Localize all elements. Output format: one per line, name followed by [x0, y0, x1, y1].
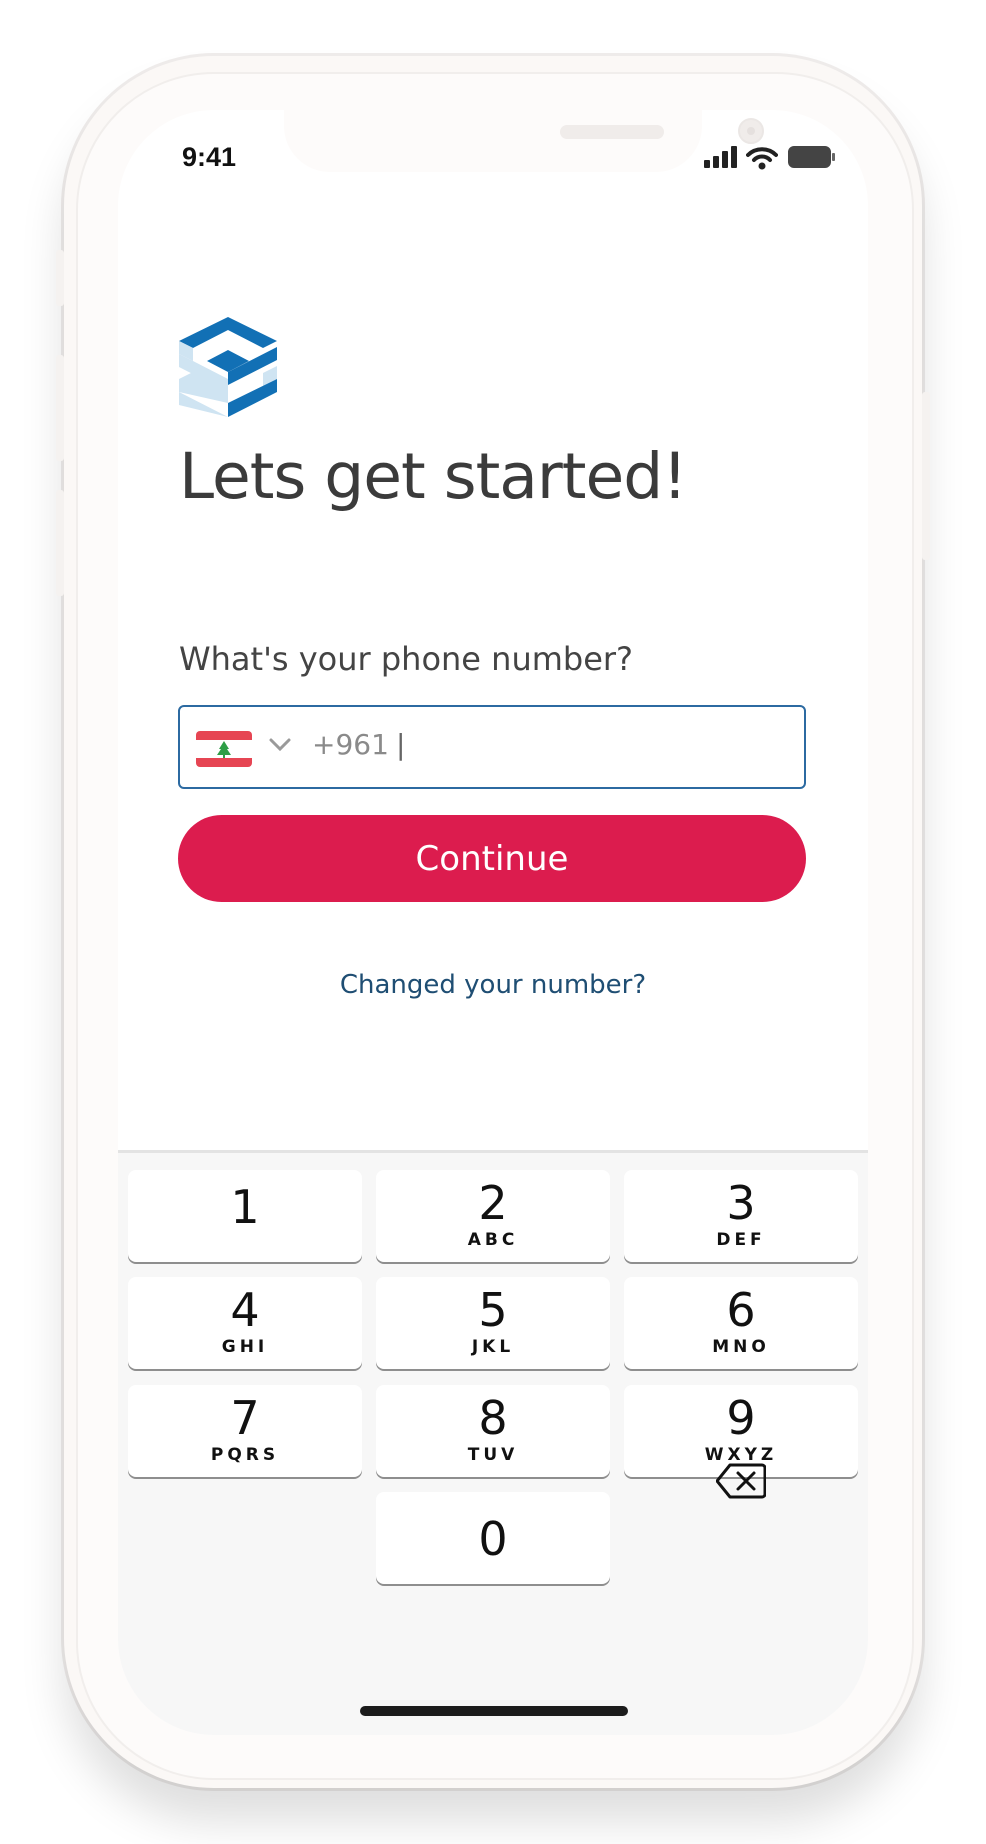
- key-digit: 1: [230, 1180, 260, 1234]
- key-4[interactable]: 4 GHI: [128, 1277, 362, 1369]
- key-2[interactable]: 2 ABC: [376, 1170, 610, 1262]
- cedar-tree-icon: [217, 741, 231, 758]
- key-letters: PQRS: [210, 1445, 280, 1465]
- text-caret: |: [396, 728, 406, 761]
- backspace-icon[interactable]: [716, 1463, 766, 1499]
- key-digit: 7: [230, 1391, 260, 1445]
- key-6[interactable]: 6 MNO: [624, 1277, 858, 1369]
- chevron-down-icon[interactable]: [268, 737, 292, 753]
- status-time: 9:41: [182, 142, 237, 172]
- key-letters: WXYZ: [704, 1445, 778, 1465]
- key-7[interactable]: 7 PQRS: [128, 1385, 362, 1477]
- side-button-volume-up: [56, 355, 64, 461]
- country-dial-code: +961: [312, 728, 389, 761]
- battery-icon: [788, 146, 835, 168]
- key-0[interactable]: 0: [376, 1492, 610, 1584]
- key-digit: 2: [478, 1176, 508, 1230]
- key-digit: 6: [726, 1283, 756, 1337]
- key-1[interactable]: 1: [128, 1170, 362, 1262]
- key-digit: 4: [230, 1283, 260, 1337]
- key-digit: 3: [726, 1176, 756, 1230]
- app-screen: 9:41 Lets get started! What's your phone…: [118, 110, 868, 1735]
- key-letters: JKL: [471, 1337, 515, 1357]
- key-5[interactable]: 5 JKL: [376, 1277, 610, 1369]
- phone-number-label: What's your phone number?: [179, 640, 634, 678]
- phone-number-field[interactable]: +961 |: [178, 705, 806, 789]
- key-letters: GHI: [221, 1337, 269, 1357]
- brand-cube-logo-icon: [179, 317, 277, 417]
- front-camera: [738, 118, 764, 144]
- side-button-power: [922, 392, 930, 560]
- cellular-signal-icon: [704, 146, 737, 168]
- key-digit: 9: [726, 1391, 756, 1445]
- key-digit: 8: [478, 1391, 508, 1445]
- key-digit: 0: [478, 1512, 508, 1566]
- speaker: [560, 125, 664, 139]
- side-button-silent: [56, 250, 64, 306]
- key-letters: TUV: [467, 1445, 519, 1465]
- lebanon-flag-icon[interactable]: [196, 731, 252, 767]
- key-3[interactable]: 3 DEF: [624, 1170, 858, 1262]
- key-letters: ABC: [467, 1230, 519, 1250]
- notch: [284, 110, 764, 172]
- key-letters: DEF: [716, 1230, 766, 1250]
- key-8[interactable]: 8 TUV: [376, 1385, 610, 1477]
- wifi-icon: [746, 147, 778, 170]
- home-indicator[interactable]: [360, 1706, 628, 1716]
- side-button-volume-down: [56, 490, 64, 596]
- key-letters: MNO: [712, 1337, 770, 1357]
- page-title: Lets get started!: [179, 440, 688, 513]
- continue-button[interactable]: Continue: [178, 815, 806, 902]
- key-digit: 5: [478, 1283, 508, 1337]
- changed-number-link[interactable]: Changed your number?: [118, 970, 868, 1000]
